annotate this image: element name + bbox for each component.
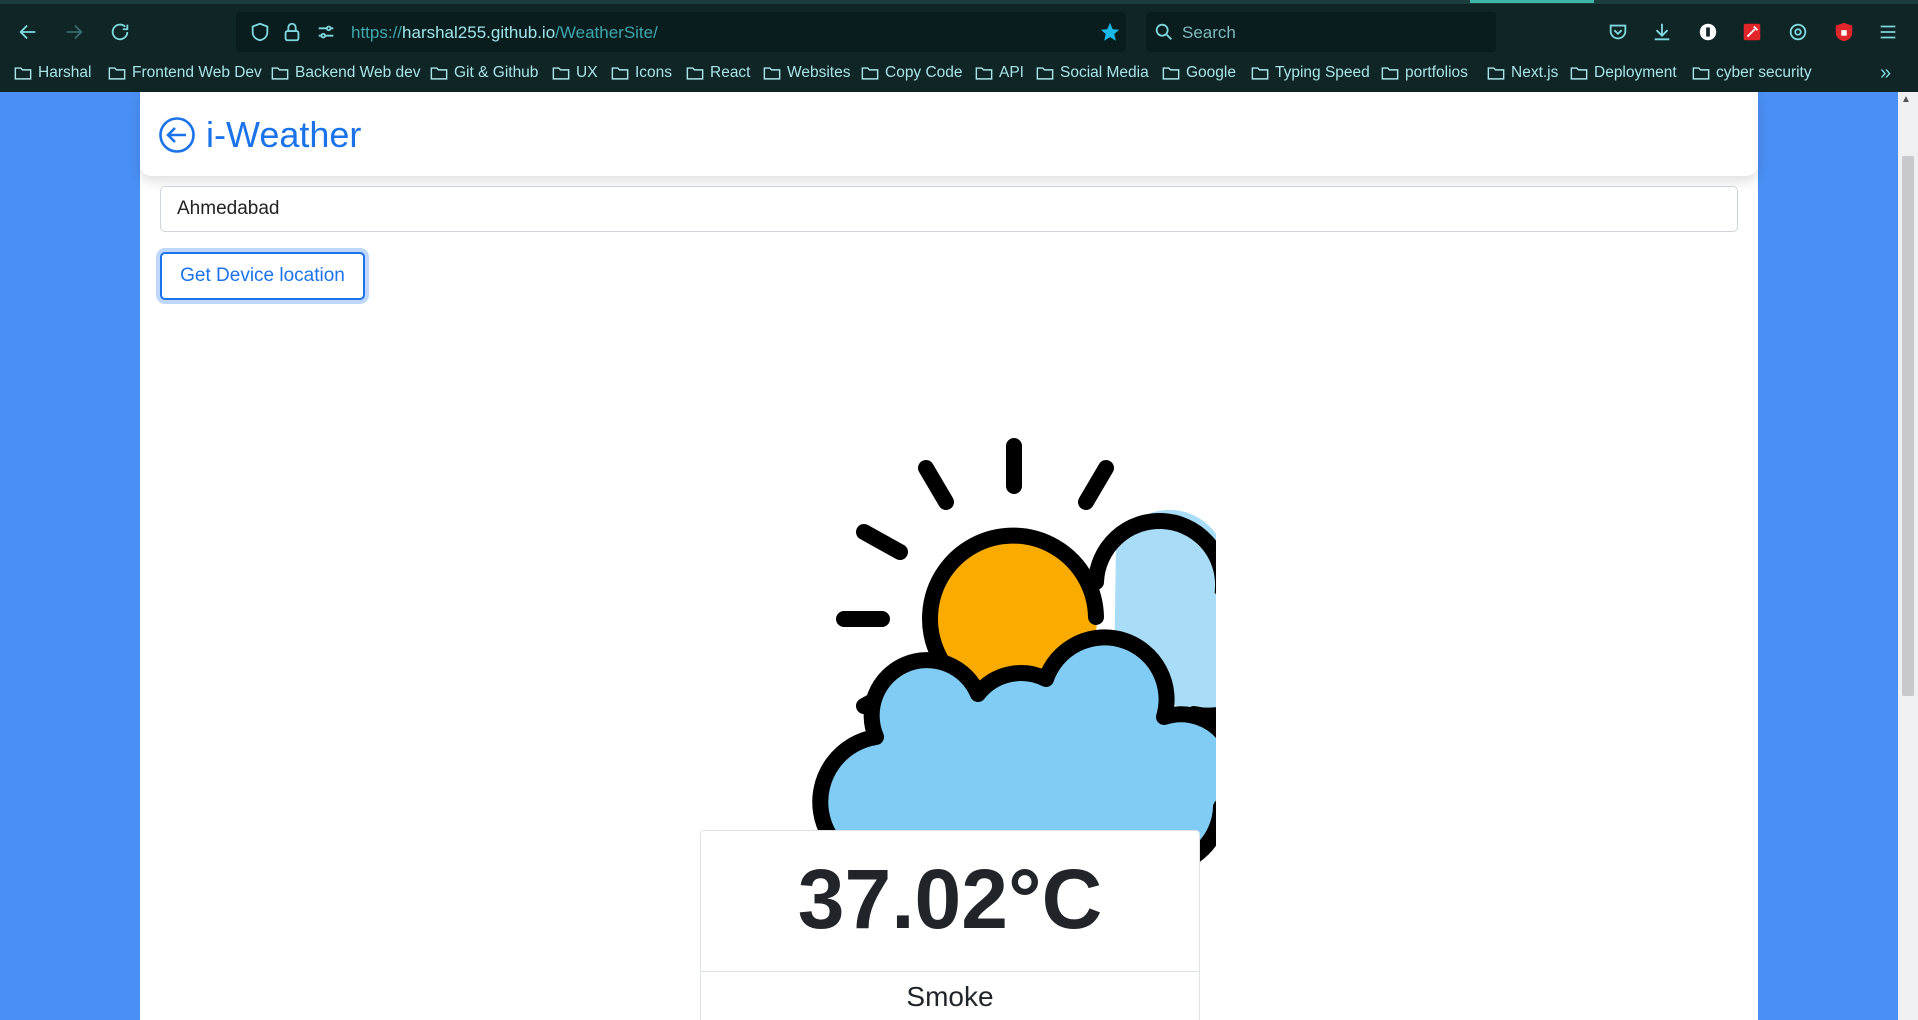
bookmark-folder[interactable]: Social Media xyxy=(1036,64,1149,82)
sun-behind-clouds-icon xyxy=(696,342,1282,892)
folder-icon xyxy=(1162,67,1180,80)
bookmarks-toolbar: Harshal Frontend Web Dev Backend Web dev… xyxy=(0,62,1918,88)
folder-icon xyxy=(686,67,704,80)
temperature-value: 37.02°C xyxy=(797,852,1103,946)
bookmark-folder[interactable]: Git & Github xyxy=(430,64,538,82)
app-title: i-Weather xyxy=(206,114,362,155)
folder-icon xyxy=(1487,67,1505,80)
bookmark-star-icon[interactable] xyxy=(1096,18,1124,46)
weather-app-container: i-Weather Get Device location 37.02°C Sm… xyxy=(140,92,1758,1020)
bookmark-folder[interactable]: portfolios xyxy=(1381,64,1468,82)
city-search-input[interactable] xyxy=(160,186,1738,232)
bookmark-folder[interactable]: API xyxy=(975,64,1024,82)
bookmark-folder[interactable]: Copy Code xyxy=(861,64,963,82)
folder-icon xyxy=(1692,67,1710,80)
bookmark-folder[interactable]: React xyxy=(686,64,751,82)
folder-icon xyxy=(1251,67,1269,80)
bookmark-folder[interactable]: Icons xyxy=(611,64,672,82)
bookmark-folder[interactable]: Websites xyxy=(763,64,850,82)
bookmark-folder[interactable]: UX xyxy=(552,64,598,82)
bookmark-folder[interactable]: Harshal xyxy=(14,64,91,82)
back-circle-arrow-icon[interactable] xyxy=(158,116,196,154)
bookmark-folder[interactable]: Google xyxy=(1162,64,1236,82)
weather-condition: Smoke xyxy=(906,981,994,1012)
tab-strip xyxy=(0,0,1918,4)
color-picker-extension-icon[interactable] xyxy=(1738,18,1766,46)
folder-icon xyxy=(14,67,32,80)
search-placeholder: Search xyxy=(1182,23,1236,42)
browser-chrome: https://harshal255.github.io/WeatherSite… xyxy=(0,0,1918,92)
ublock-shield-icon[interactable] xyxy=(1830,18,1858,46)
folder-icon xyxy=(611,67,629,80)
bookmarks-overflow-chevron-icon[interactable]: » xyxy=(1880,62,1891,85)
shield-icon[interactable] xyxy=(246,18,274,46)
forward-arrow-icon[interactable] xyxy=(60,18,88,46)
address-bar[interactable]: https://harshal255.github.io/WeatherSite… xyxy=(236,12,1126,52)
folder-icon xyxy=(1570,67,1588,80)
bookmark-folder[interactable]: Backend Web dev xyxy=(271,64,421,82)
folder-icon xyxy=(552,67,570,80)
folder-icon xyxy=(1036,67,1054,80)
get-device-location-button[interactable]: Get Device location xyxy=(160,252,365,300)
extension-gear-icon[interactable] xyxy=(1784,18,1812,46)
folder-icon xyxy=(271,67,289,80)
scroll-up-arrow-icon[interactable]: ▲ xyxy=(1901,94,1911,105)
search-icon xyxy=(1150,18,1178,46)
bookmark-folder[interactable]: Next.js xyxy=(1487,64,1558,82)
folder-icon xyxy=(975,67,993,80)
menu-icon[interactable] xyxy=(1874,18,1902,46)
lock-icon[interactable] xyxy=(278,18,306,46)
folder-icon xyxy=(1381,67,1399,80)
account-avatar-icon[interactable] xyxy=(1694,18,1722,46)
site-permissions-icon[interactable] xyxy=(312,18,340,46)
folder-icon xyxy=(430,67,448,80)
search-bar[interactable]: Search xyxy=(1146,12,1496,52)
pocket-icon[interactable] xyxy=(1604,18,1632,46)
folder-icon xyxy=(108,67,126,80)
bookmark-folder[interactable]: Frontend Web Dev xyxy=(108,64,262,82)
bookmark-folder[interactable]: cyber security xyxy=(1692,64,1812,82)
bookmark-folder[interactable]: Typing Speed xyxy=(1251,64,1370,82)
browser-toolbar: https://harshal255.github.io/WeatherSite… xyxy=(0,8,1918,56)
bookmark-folder[interactable]: Deployment xyxy=(1570,64,1677,82)
card-divider xyxy=(701,971,1199,972)
app-header: i-Weather xyxy=(140,92,1758,176)
reload-icon[interactable] xyxy=(106,18,134,46)
downloads-icon[interactable] xyxy=(1648,18,1676,46)
back-arrow-icon[interactable] xyxy=(14,18,42,46)
folder-icon xyxy=(861,67,879,80)
active-tab-indicator[interactable] xyxy=(1470,0,1594,3)
folder-icon xyxy=(763,67,781,80)
temperature-card: 37.02°C Smoke xyxy=(700,830,1200,1020)
scrollbar-thumb[interactable] xyxy=(1902,156,1914,696)
url-text[interactable]: https://harshal255.github.io/WeatherSite… xyxy=(351,23,658,43)
